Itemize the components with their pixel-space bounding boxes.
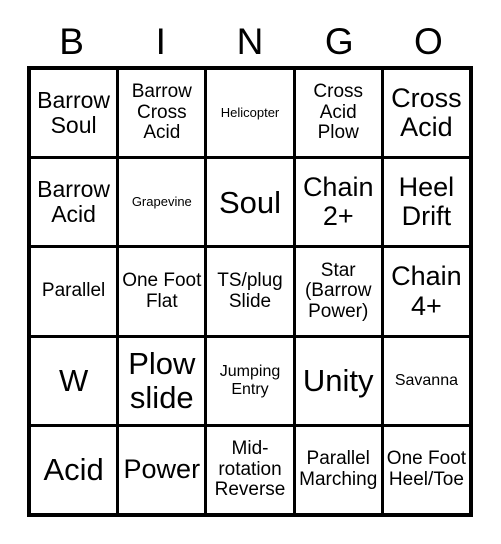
bingo-grid: Barrow Soul Barrow Cross Acid Helicopter… [27, 66, 473, 517]
bingo-cell[interactable]: Savanna [383, 337, 470, 424]
bingo-header-letter-g: G [324, 20, 354, 62]
bingo-cell[interactable]: Helicopter [207, 70, 296, 157]
bingo-cell[interactable]: Cross Acid [383, 70, 470, 157]
bingo-row: Acid Power Mid-rotation Reverse Parallel… [31, 426, 470, 514]
bingo-header-letter-i: I [155, 20, 166, 62]
bingo-header-letter-b: B [59, 20, 84, 62]
bingo-cell[interactable]: Chain 2+ [295, 159, 384, 246]
bingo-header-letter-n: N [236, 20, 264, 62]
bingo-cell[interactable]: Chain 4+ [383, 248, 470, 335]
bingo-cell[interactable]: Acid [31, 426, 120, 514]
bingo-cell[interactable]: Unity [295, 337, 384, 424]
bingo-cell[interactable]: Grapevine [119, 159, 208, 246]
bingo-cell[interactable]: Power [119, 426, 208, 514]
bingo-cell[interactable]: Barrow Cross Acid [119, 70, 208, 157]
bingo-cell[interactable]: W [31, 337, 120, 424]
bingo-header-row: B I N G O [27, 16, 473, 66]
bingo-row: W Plow slide Jumping Entry Unity Savanna [31, 337, 470, 427]
bingo-row: Barrow Acid Grapevine Soul Chain 2+ Heel… [31, 159, 470, 249]
bingo-cell[interactable]: Soul [207, 159, 296, 246]
bingo-cell[interactable]: Jumping Entry [207, 337, 296, 424]
bingo-cell[interactable]: Heel Drift [383, 159, 470, 246]
bingo-cell[interactable]: Mid-rotation Reverse [207, 426, 296, 514]
bingo-cell[interactable]: One Foot Flat [119, 248, 208, 335]
bingo-cell[interactable]: Parallel [31, 248, 120, 335]
bingo-cell[interactable]: Barrow Soul [31, 70, 120, 157]
bingo-cell[interactable]: TS/plug Slide [207, 248, 296, 335]
bingo-cell[interactable]: Star (Barrow Power) [295, 248, 384, 335]
bingo-cell[interactable]: Cross Acid Plow [295, 70, 384, 157]
bingo-card: B I N G O Barrow Soul Barrow Cross Acid … [27, 16, 473, 517]
bingo-row: Barrow Soul Barrow Cross Acid Helicopter… [31, 70, 470, 160]
bingo-cell[interactable]: Barrow Acid [31, 159, 120, 246]
bingo-cell[interactable]: Plow slide [119, 337, 208, 424]
bingo-header-letter-o: O [414, 20, 443, 62]
bingo-row: Parallel One Foot Flat TS/plug Slide Sta… [31, 248, 470, 338]
bingo-cell[interactable]: One Foot Heel/Toe [383, 426, 470, 514]
bingo-cell[interactable]: Parallel Marching [295, 426, 384, 514]
